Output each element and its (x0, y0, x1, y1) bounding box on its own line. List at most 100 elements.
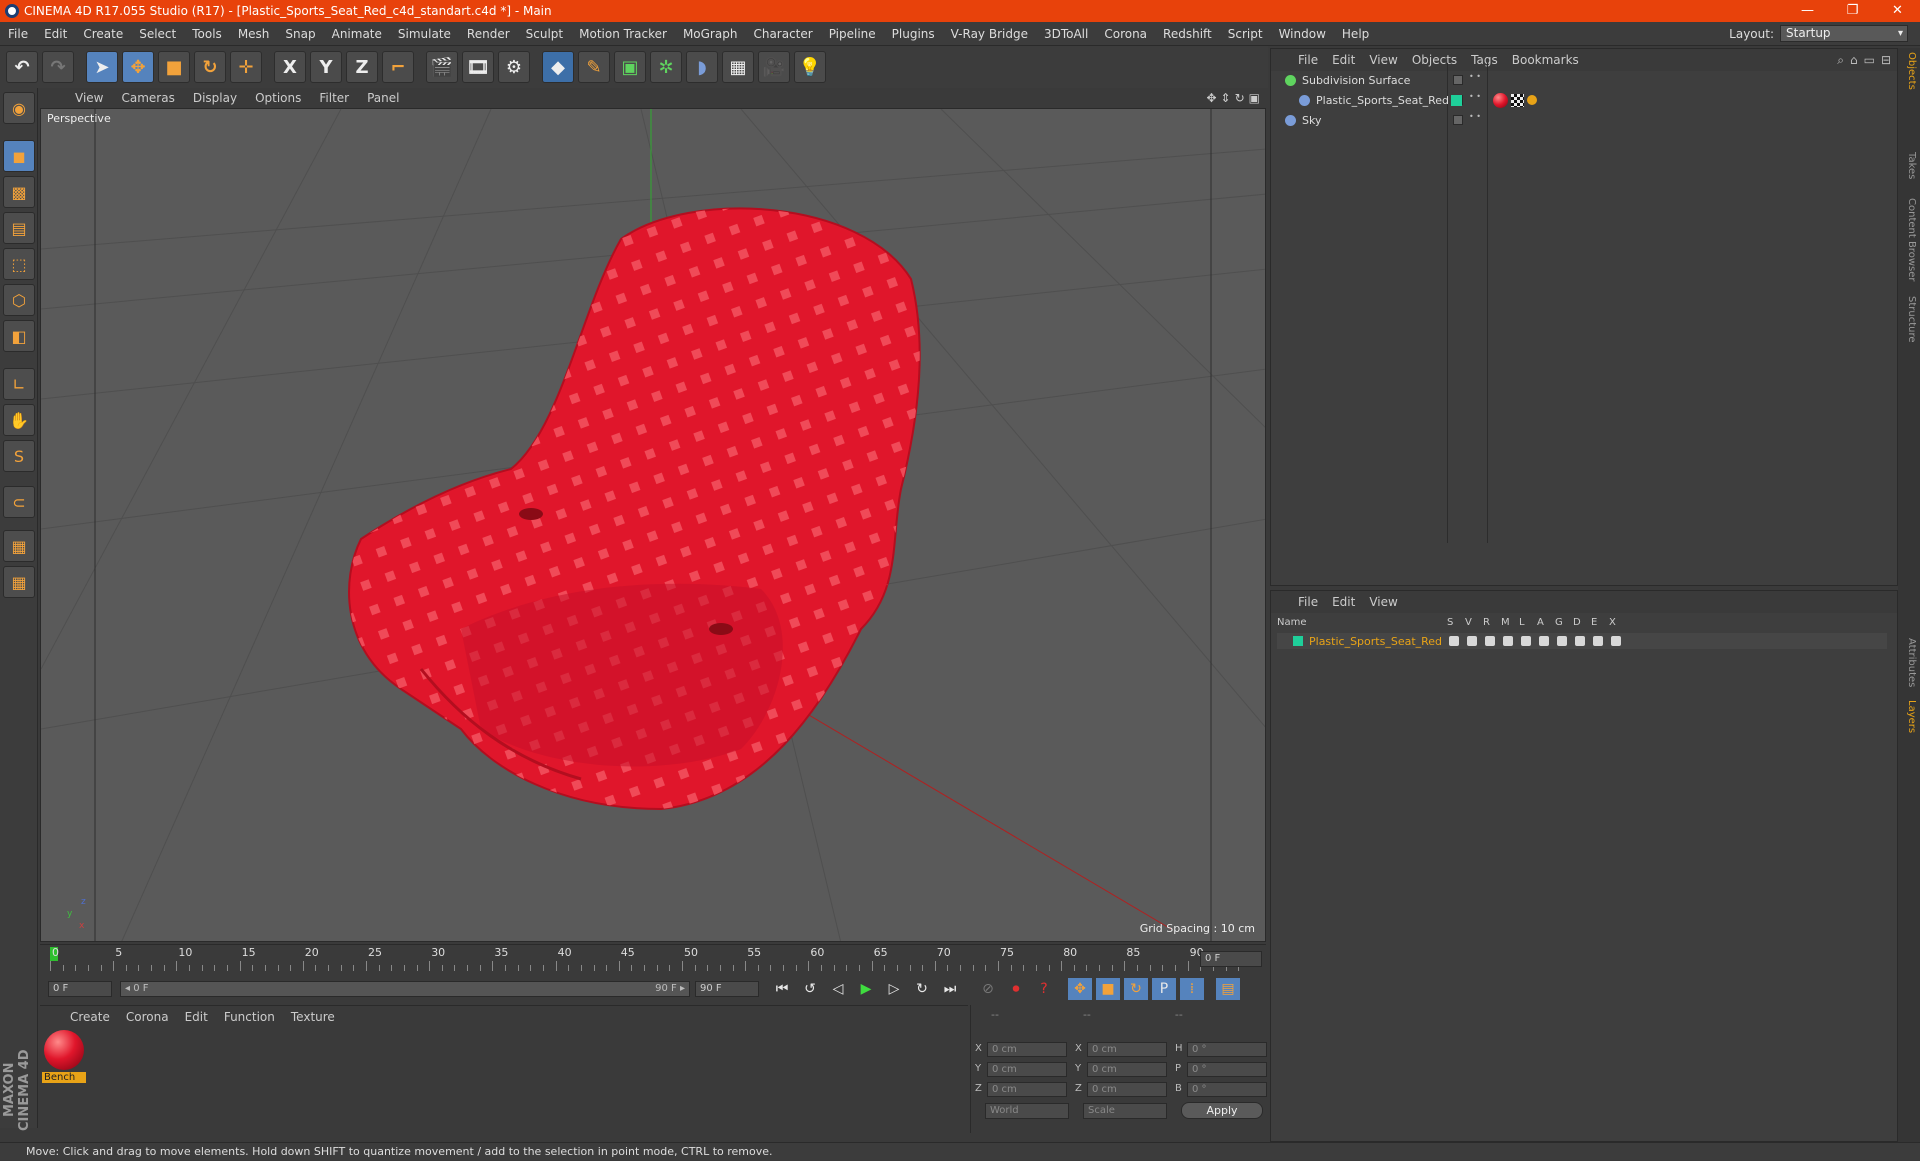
material-swatch[interactable]: Bench (42, 1030, 86, 1083)
visibility-toggle[interactable] (1453, 115, 1463, 125)
layer-flag-l-icon[interactable] (1521, 636, 1531, 646)
select-tool-icon[interactable]: ➤ (86, 51, 118, 83)
menu-sculpt[interactable]: Sculpt (518, 22, 571, 46)
editor-render-dots[interactable]: • • (1469, 113, 1481, 121)
render-settings-icon[interactable]: ⚙ (498, 51, 530, 83)
close-button[interactable]: ✕ (1875, 0, 1920, 22)
go-to-start-icon[interactable]: ⏮ (770, 978, 794, 1000)
current-frame-field[interactable]: 0 F (1200, 951, 1262, 967)
model-mode-icon[interactable]: ◼ (3, 140, 35, 172)
key-scale-icon[interactable]: ■ (1096, 978, 1120, 1000)
phong-tag-icon[interactable] (1527, 95, 1537, 105)
previous-key-icon[interactable]: ↺ (798, 978, 822, 1000)
object-menu-edit[interactable]: Edit (1325, 53, 1362, 67)
key-rotation-icon[interactable]: ↻ (1124, 978, 1148, 1000)
restore-button[interactable]: ❐ (1830, 0, 1875, 22)
menu-redshift[interactable]: Redshift (1155, 22, 1220, 46)
coord-position-field[interactable]: 0 cm (987, 1082, 1067, 1097)
search-icon[interactable]: ⌕ (1837, 53, 1844, 68)
editor-render-dots[interactable]: • • (1469, 93, 1481, 101)
dolly-view-icon[interactable]: ⇕ (1221, 91, 1231, 105)
viewport-perspective[interactable]: Perspective Grid Spacing : 10 cm y z x (40, 108, 1266, 942)
menu-motion-tracker[interactable]: Motion Tracker (571, 22, 675, 46)
layer-flag-x-icon[interactable] (1611, 636, 1621, 646)
layer-flag-e-icon[interactable] (1593, 636, 1603, 646)
cloner-icon[interactable]: ✲ (650, 51, 682, 83)
go-to-end-icon[interactable]: ⏭ (938, 978, 962, 1000)
menu-mograph[interactable]: MoGraph (675, 22, 746, 46)
cube-object-icon[interactable]: ◆ (542, 51, 574, 83)
scale-tool-icon[interactable]: ■ (158, 51, 190, 83)
points-mode-icon[interactable]: ⬚ (3, 248, 35, 280)
object-row[interactable]: Subdivision Surface (1285, 71, 1410, 89)
menu-mesh[interactable]: Mesh (230, 22, 278, 46)
pan-view-icon[interactable]: ✥ (1206, 91, 1216, 105)
timeline-window-icon[interactable]: ▤ (1216, 978, 1240, 1000)
layer-flag-a-icon[interactable] (1539, 636, 1549, 646)
coord-position-field[interactable]: 0 cm (987, 1062, 1067, 1077)
light-icon[interactable]: 💡 (794, 51, 826, 83)
viewport-scene[interactable] (41, 109, 1266, 942)
object-menu-objects[interactable]: Objects (1405, 53, 1464, 67)
next-key-icon[interactable]: ↻ (910, 978, 934, 1000)
orbit-view-icon[interactable]: ↻ (1235, 91, 1245, 105)
menu-tools[interactable]: Tools (184, 22, 230, 46)
camera-icon[interactable]: 🎥 (758, 51, 790, 83)
side-tab-attributes[interactable]: Attributes (1901, 638, 1917, 687)
preview-range-slider[interactable]: ◂ 0 F 90 F ▸ (120, 981, 690, 997)
redo-icon[interactable]: ↷ (42, 51, 74, 83)
spline-pen-icon[interactable]: ✎ (578, 51, 610, 83)
object-menu-view[interactable]: View (1362, 53, 1404, 67)
editor-render-dots[interactable]: • • (1469, 73, 1481, 81)
coord-rotation-field[interactable]: 0 ° (1187, 1082, 1267, 1097)
menu-help[interactable]: Help (1334, 22, 1377, 46)
layer-flag-s-icon[interactable] (1449, 636, 1459, 646)
render-picture-viewer-icon[interactable]: 🎞 (462, 51, 494, 83)
menu-animate[interactable]: Animate (324, 22, 390, 46)
workplane-mode-icon[interactable]: ▤ (3, 212, 35, 244)
side-tab-takes[interactable]: Takes (1901, 152, 1917, 179)
keyframe-selection-icon[interactable]: ? (1032, 978, 1056, 1000)
menu-plugins[interactable]: Plugins (884, 22, 943, 46)
object-menu-tags[interactable]: Tags (1464, 53, 1505, 67)
deformer-icon[interactable]: ◗ (686, 51, 718, 83)
viewport-menu-options[interactable]: Options (246, 91, 310, 105)
key-position-icon[interactable]: ✥ (1068, 978, 1092, 1000)
menu-3dtoall[interactable]: 3DToAll (1036, 22, 1096, 46)
menu-edit[interactable]: Edit (36, 22, 75, 46)
texture-tag-icon[interactable] (1511, 94, 1524, 107)
material-menu-function[interactable]: Function (216, 1010, 283, 1024)
snap-icon[interactable]: S (3, 440, 35, 472)
object-menu-file[interactable]: File (1291, 53, 1325, 67)
layer-color-chip[interactable] (1451, 95, 1462, 106)
coord-size-field[interactable]: 0 cm (1087, 1062, 1167, 1077)
menu-create[interactable]: Create (75, 22, 131, 46)
key-pla-icon[interactable]: ⁞ (1180, 978, 1204, 1000)
coord-rotation-field[interactable]: 0 ° (1187, 1042, 1267, 1057)
object-row[interactable]: Sky (1285, 111, 1321, 129)
menu-select[interactable]: Select (131, 22, 184, 46)
coord-position-field[interactable]: 0 cm (987, 1042, 1067, 1057)
material-menu-texture[interactable]: Texture (283, 1010, 343, 1024)
menu-character[interactable]: Character (745, 22, 820, 46)
menu-pipeline[interactable]: Pipeline (821, 22, 884, 46)
autokey-icon[interactable]: ⏺ (1004, 978, 1028, 1000)
material-menu-create[interactable]: Create (62, 1010, 118, 1024)
tweak-mode-icon[interactable]: ✋ (3, 404, 35, 436)
texture-mode-icon[interactable]: ▩ (3, 176, 35, 208)
layer-flag-m-icon[interactable] (1503, 636, 1513, 646)
menu-window[interactable]: Window (1271, 22, 1334, 46)
viewport-menu-filter[interactable]: Filter (310, 91, 358, 105)
coordinate-system-icon[interactable]: ⌐ (382, 51, 414, 83)
new-view-icon[interactable]: ▭ (1864, 53, 1875, 68)
timeline-ruler[interactable]: 0 5 10 15 20 25 30 35 40 45 50 55 60 65 70 75 80 85 90 0 F (40, 944, 1266, 974)
layout-dropdown[interactable]: Startup (1780, 25, 1908, 42)
object-menu-bookmarks[interactable]: Bookmarks (1505, 53, 1586, 67)
menu-snap[interactable]: Snap (277, 22, 323, 46)
menu-script[interactable]: Script (1220, 22, 1271, 46)
end-frame-field[interactable]: 90 F (695, 981, 759, 997)
menu-render[interactable]: Render (459, 22, 518, 46)
render-view-icon[interactable]: 🎬 (426, 51, 458, 83)
start-frame-field[interactable]: 0 F (48, 981, 112, 997)
make-editable-icon[interactable]: ◉ (3, 92, 35, 124)
